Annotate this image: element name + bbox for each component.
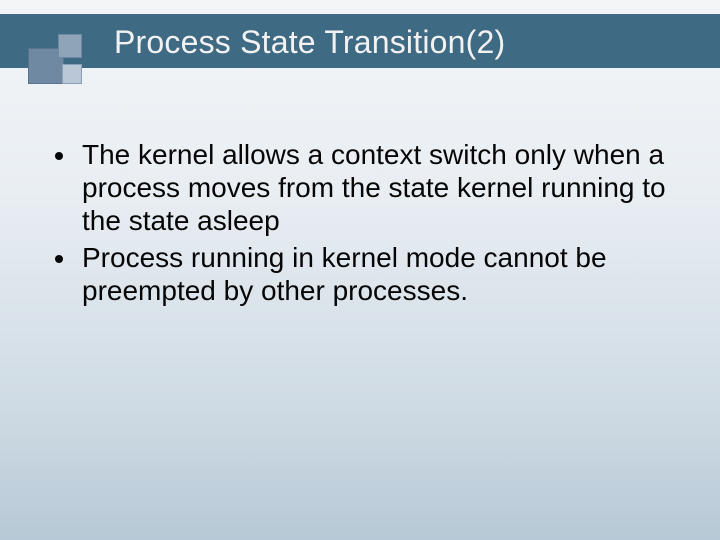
bullet-list: The kernel allows a context switch only … — [52, 138, 668, 307]
title-bar: Process State Transition(2) — [0, 14, 720, 68]
square-top-right-icon — [58, 34, 82, 58]
square-bottom-right-icon — [62, 64, 82, 84]
slide-body: The kernel allows a context switch only … — [52, 138, 668, 311]
bullet-item: The kernel allows a context switch only … — [78, 138, 668, 237]
bullet-item: Process running in kernel mode cannot be… — [78, 241, 668, 307]
corner-squares-icon — [28, 30, 84, 86]
slide: Process State Transition(2) The kernel a… — [0, 0, 720, 540]
slide-title: Process State Transition(2) — [114, 24, 505, 61]
